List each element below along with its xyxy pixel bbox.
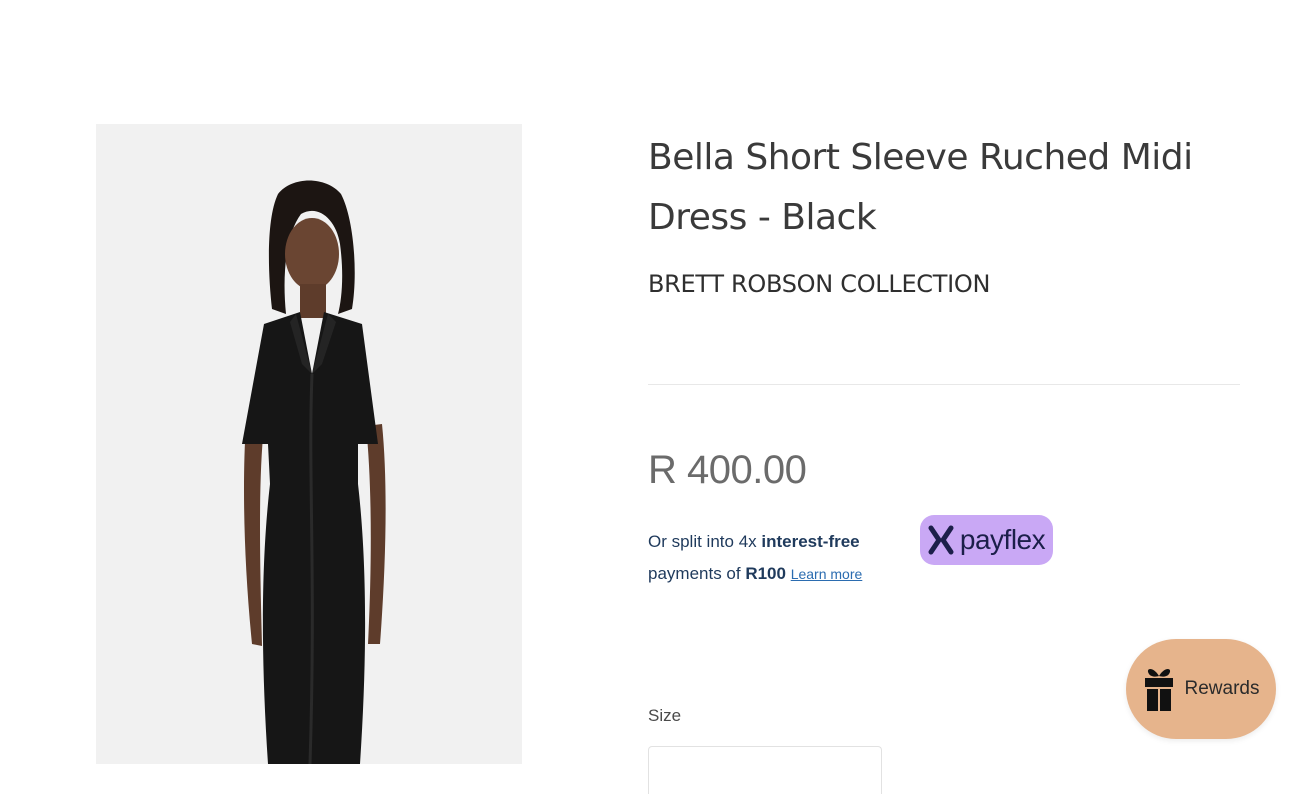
gift-icon (1144, 669, 1173, 711)
payflex-line1-prefix: Or split into 4x (648, 532, 762, 551)
product-photo (96, 124, 522, 764)
payflex-line2-prefix: payments of (648, 564, 746, 583)
payflex-interest-free: interest-free (761, 532, 860, 551)
product-vendor[interactable]: BRETT ROBSON COLLECTION (648, 270, 1248, 298)
rewards-label: Rewards (1184, 678, 1260, 699)
payflex-badge-label: payflex (959, 524, 1046, 555)
product-image[interactable] (96, 124, 522, 764)
product-info: Bella Short Sleeve Ruched Midi Dress - B… (648, 128, 1248, 298)
product-price: R 400.00 (648, 448, 807, 492)
product-page: Bella Short Sleeve Ruched Midi Dress - B… (0, 0, 1300, 800)
payflex-message: Or split into 4x interest-free payments … (648, 526, 862, 590)
rewards-button[interactable]: Rewards (1126, 639, 1276, 739)
payflex-badge[interactable]: payflex (920, 515, 1053, 565)
payflex-installment-amount: R100 (745, 564, 786, 583)
payflex-x-logo-icon (928, 525, 954, 555)
divider (648, 384, 1240, 385)
product-title: Bella Short Sleeve Ruched Midi Dress - B… (648, 137, 1193, 238)
size-select[interactable] (648, 746, 882, 794)
size-label: Size (648, 706, 682, 725)
learn-more-link[interactable]: Learn more (791, 566, 863, 582)
